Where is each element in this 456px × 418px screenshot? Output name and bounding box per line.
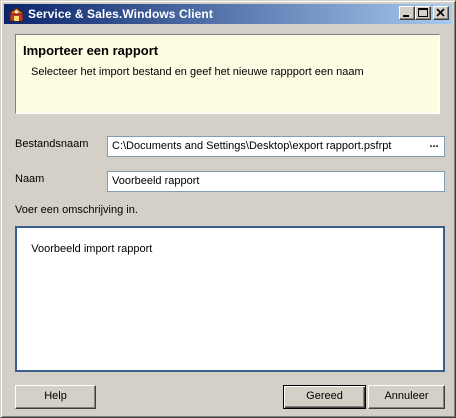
header-title: Importeer een rapport bbox=[23, 43, 159, 58]
title-bar[interactable]: Service & Sales.Windows Client bbox=[4, 4, 452, 24]
close-icon bbox=[436, 8, 445, 17]
filename-field[interactable]: C:\Documents and Settings\Desktop\export… bbox=[107, 136, 445, 157]
minimize-button[interactable] bbox=[399, 6, 415, 20]
name-label: Naam bbox=[15, 173, 45, 185]
filename-label: Bestandsnaam bbox=[15, 138, 89, 150]
app-icon bbox=[7, 7, 26, 22]
description-textarea[interactable]: Voorbeeld import rapport bbox=[15, 226, 445, 372]
minimize-icon bbox=[403, 15, 409, 17]
maximize-icon bbox=[418, 8, 428, 17]
ok-button[interactable]: Gereed bbox=[283, 385, 366, 409]
browse-button[interactable]: ... bbox=[426, 139, 442, 153]
name-field[interactable]: Voorbeeld rapport bbox=[107, 171, 445, 192]
name-value: Voorbeeld rapport bbox=[112, 175, 200, 187]
description-value: Voorbeeld import rapport bbox=[31, 243, 153, 255]
dialog-window: Service & Sales.Windows Client Importeer… bbox=[0, 0, 456, 418]
close-button[interactable] bbox=[433, 6, 449, 20]
window-title: Service & Sales.Windows Client bbox=[28, 7, 213, 21]
header-description: Selecteer het import bestand en geef het… bbox=[31, 66, 364, 78]
description-label: Voer een omschrijving in. bbox=[15, 204, 138, 216]
maximize-button[interactable] bbox=[415, 6, 431, 20]
header-panel: Importeer een rapport Selecteer het impo… bbox=[15, 34, 440, 114]
cancel-button[interactable]: Annuleer bbox=[368, 385, 445, 409]
help-button[interactable]: Help bbox=[15, 385, 96, 409]
filename-value: C:\Documents and Settings\Desktop\export… bbox=[112, 140, 392, 152]
